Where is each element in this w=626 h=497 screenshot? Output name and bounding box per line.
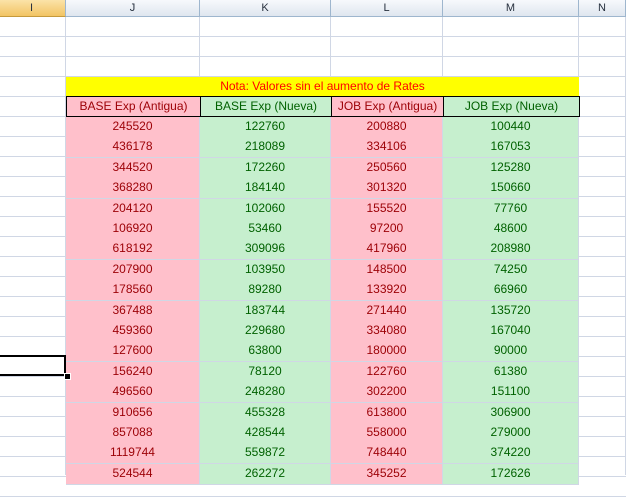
data-cell[interactable]: 345252 <box>331 463 443 485</box>
data-cell[interactable]: 302200 <box>331 382 443 404</box>
data-cell[interactable]: 180000 <box>331 341 443 363</box>
data-cell[interactable]: 271440 <box>331 300 443 322</box>
data-cell[interactable]: 248280 <box>200 382 331 404</box>
active-cell-selection[interactable] <box>0 355 66 376</box>
column-header-i[interactable]: I <box>0 0 66 17</box>
spreadsheet-grid[interactable]: I J K L M N Nota: Valores sin el aumento de Ra… <box>0 0 626 497</box>
data-cell[interactable]: 910656 <box>66 402 200 424</box>
data-cell[interactable]: 90000 <box>443 341 579 363</box>
data-cell[interactable]: 306900 <box>443 402 579 424</box>
column-header-j[interactable]: J <box>66 0 200 17</box>
data-cell[interactable]: 172626 <box>443 463 579 485</box>
data-cell[interactable]: 184140 <box>200 178 331 200</box>
note-banner[interactable]: Nota: Valores sin el aumento de Rates <box>66 77 579 96</box>
header-cell[interactable]: JOB Exp (Antigua) <box>331 96 444 117</box>
header-cell[interactable]: JOB Exp (Nueva) <box>443 96 580 117</box>
data-cell[interactable]: 63800 <box>200 341 331 363</box>
data-cell[interactable]: 77760 <box>443 198 579 220</box>
data-cell[interactable]: 436178 <box>66 137 200 159</box>
data-cell[interactable]: 167040 <box>443 321 579 342</box>
data-cell[interactable]: 334080 <box>331 321 443 342</box>
data-cell[interactable]: 178560 <box>66 280 200 302</box>
column-header-n[interactable]: N <box>579 0 626 17</box>
data-cell[interactable]: 151100 <box>443 382 579 404</box>
data-cell[interactable]: 200880 <box>331 117 443 138</box>
data-cell[interactable]: 208980 <box>443 239 579 261</box>
data-cell[interactable]: 613800 <box>331 402 443 424</box>
column-header-m[interactable]: M <box>443 0 579 17</box>
data-cell[interactable]: 172260 <box>200 157 331 179</box>
data-cell[interactable]: 106920 <box>66 219 200 240</box>
fill-handle[interactable] <box>64 373 71 380</box>
data-cell[interactable]: 309096 <box>200 239 331 261</box>
data-cell[interactable]: 103950 <box>200 259 331 281</box>
data-cell[interactable]: 100440 <box>443 117 579 138</box>
data-cell[interactable]: 496560 <box>66 382 200 404</box>
data-cell[interactable]: 125280 <box>443 157 579 179</box>
data-cell[interactable]: 262272 <box>200 463 331 485</box>
data-cell[interactable]: 66960 <box>443 280 579 302</box>
data-cell[interactable]: 417960 <box>331 239 443 261</box>
data-cell[interactable]: 74250 <box>443 259 579 281</box>
data-cell[interactable]: 367488 <box>66 300 200 322</box>
data-cell[interactable]: 334106 <box>331 137 443 159</box>
data-cell[interactable]: 148500 <box>331 259 443 281</box>
data-cell[interactable]: 455328 <box>200 402 331 424</box>
data-cell[interactable]: 97200 <box>331 219 443 240</box>
data-cell[interactable]: 207900 <box>66 259 200 281</box>
data-cell[interactable]: 229680 <box>200 321 331 342</box>
header-cell[interactable]: BASE Exp (Antigua) <box>66 96 201 117</box>
data-cell[interactable]: 102060 <box>200 198 331 220</box>
data-cell[interactable]: 1119744 <box>66 443 200 465</box>
data-cell[interactable]: 279000 <box>443 423 579 444</box>
data-cell[interactable]: 78120 <box>200 361 331 383</box>
data-cell[interactable]: 368280 <box>66 178 200 200</box>
data-cell[interactable]: 459360 <box>66 321 200 342</box>
data-cell[interactable]: 218089 <box>200 137 331 159</box>
data-cell[interactable]: 245520 <box>66 117 200 138</box>
data-cell[interactable]: 53460 <box>200 219 331 240</box>
row-gridline <box>0 56 626 57</box>
data-cell[interactable]: 156240 <box>66 361 200 383</box>
column-header-l[interactable]: L <box>331 0 443 17</box>
data-cell[interactable]: 167053 <box>443 137 579 159</box>
data-cell[interactable]: 183744 <box>200 300 331 322</box>
data-cell[interactable]: 155520 <box>331 198 443 220</box>
header-cell[interactable]: BASE Exp (Nueva) <box>200 96 332 117</box>
row-gridline <box>0 36 626 37</box>
data-cell[interactable]: 301320 <box>331 178 443 200</box>
data-cell[interactable]: 524544 <box>66 463 200 485</box>
data-cell[interactable]: 150660 <box>443 178 579 200</box>
data-cell[interactable]: 122760 <box>331 361 443 383</box>
data-cell[interactable]: 618192 <box>66 239 200 261</box>
data-cell[interactable]: 204120 <box>66 198 200 220</box>
data-cell[interactable]: 344520 <box>66 157 200 179</box>
data-cell[interactable]: 857088 <box>66 423 200 444</box>
data-cell[interactable]: 48600 <box>443 219 579 240</box>
data-cell[interactable]: 127600 <box>66 341 200 363</box>
data-cell[interactable]: 559872 <box>200 443 331 465</box>
data-cell[interactable]: 374220 <box>443 443 579 465</box>
column-header-k[interactable]: K <box>200 0 331 17</box>
data-cell[interactable]: 558000 <box>331 423 443 444</box>
data-cell[interactable]: 428544 <box>200 423 331 444</box>
data-cell[interactable]: 250560 <box>331 157 443 179</box>
data-cell[interactable]: 133920 <box>331 280 443 302</box>
data-cell[interactable]: 748440 <box>331 443 443 465</box>
data-cell[interactable]: 61380 <box>443 361 579 383</box>
data-cell[interactable]: 135720 <box>443 300 579 322</box>
data-cell[interactable]: 89280 <box>200 280 331 302</box>
data-cell[interactable]: 122760 <box>200 117 331 138</box>
